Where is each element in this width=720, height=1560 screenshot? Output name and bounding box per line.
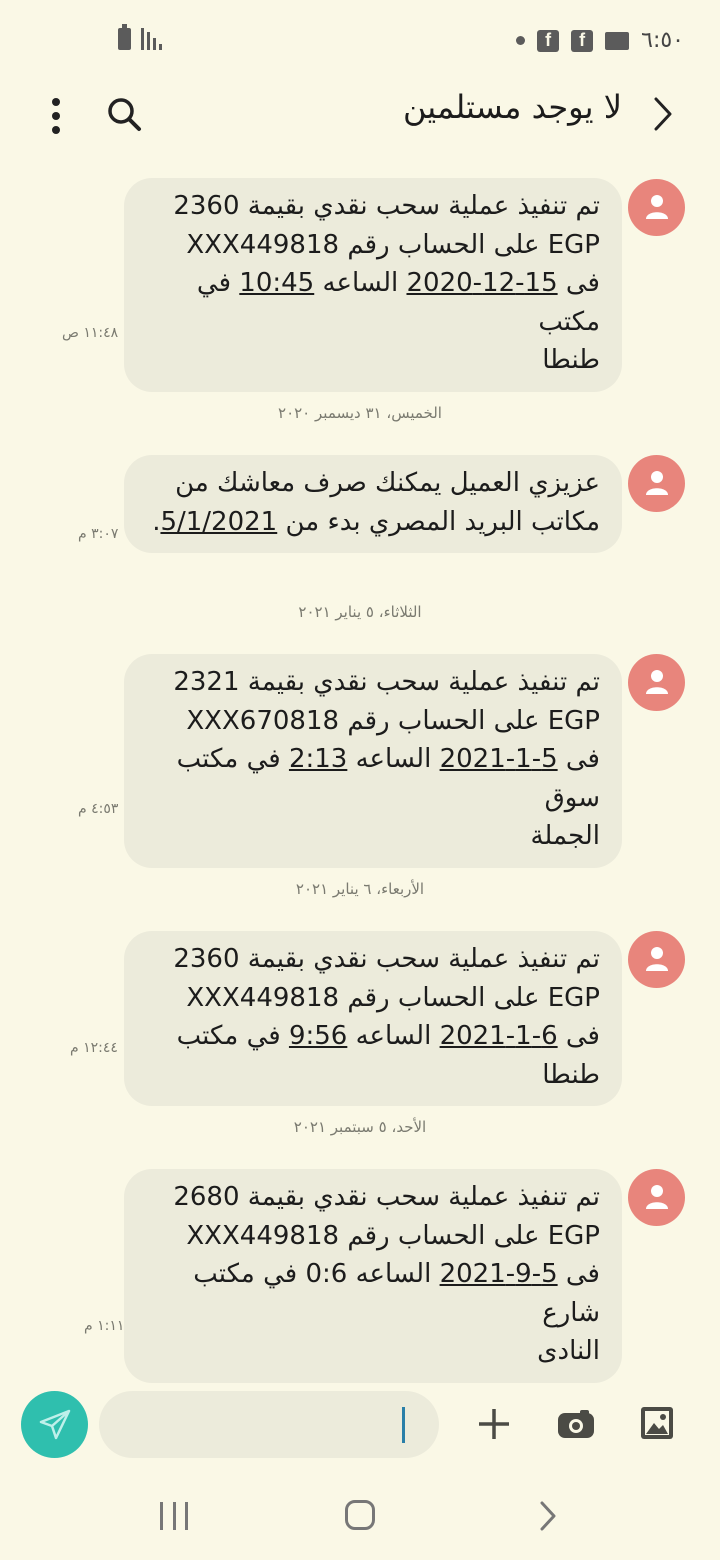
navigation-bar: [0, 1480, 720, 1560]
message-time: ٣:٠٧ م: [78, 526, 119, 542]
send-icon: [39, 1409, 71, 1440]
avatar[interactable]: [628, 654, 685, 711]
date-link[interactable]: 6-1-2021: [440, 1021, 558, 1051]
camera-icon[interactable]: [556, 1408, 596, 1440]
more-options-icon[interactable]: [46, 98, 66, 134]
facebook-icon: f: [571, 29, 594, 52]
avatar[interactable]: [628, 1169, 685, 1226]
message-bubble[interactable]: تم تنفيذ عملية سحب نقدي بقيمة 2360 EGP ع…: [124, 178, 622, 392]
message-time: ١:١١ م: [84, 1318, 125, 1334]
date-separator: الأربعاء، ٦ يناير ٢٠٢١: [295, 880, 425, 898]
date-link[interactable]: 5-1-2021: [440, 744, 558, 774]
recent-apps-icon[interactable]: [160, 1502, 188, 1530]
search-icon[interactable]: [104, 94, 144, 134]
date-link[interactable]: 5-9-2021: [440, 1259, 558, 1289]
nav-back-icon[interactable]: [536, 1500, 560, 1532]
date-link[interactable]: 15-12-2020: [406, 268, 557, 298]
date-separator: الأحد، ٥ سبتمبر ٢٠٢١: [293, 1118, 427, 1136]
message-time: ١١:٤٨ ص: [62, 325, 119, 341]
notification-dot-icon: [516, 36, 526, 45]
message-text: الساعه: [347, 1021, 440, 1051]
add-icon[interactable]: [476, 1406, 512, 1442]
conversation-title: لا يوجد مستلمين: [402, 88, 622, 126]
date-separator: الخميس، ٣١ ديسمبر ٢٠٢٠: [278, 404, 442, 422]
folder-icon: [605, 31, 630, 50]
status-bar: f f ٦:٥٠: [0, 0, 720, 80]
facebook-icon: f: [537, 29, 560, 52]
text-caret: [402, 1407, 405, 1443]
message-bubble[interactable]: تم تنفيذ عملية سحب نقدي بقيمة 2680 EGP ع…: [124, 1169, 622, 1383]
message-bubble[interactable]: عزيزي العميل يمكنك صرف معاشك من مكاتب ال…: [124, 455, 622, 553]
message-text: الساعه: [347, 744, 440, 774]
signal-icon: [141, 28, 162, 50]
date-separator: الثلاثاء، ٥ يناير ٢٠٢١: [298, 603, 422, 621]
message-bubble[interactable]: تم تنفيذ عملية سحب نقدي بقيمة 2360 EGP ع…: [124, 931, 622, 1106]
avatar[interactable]: [628, 455, 685, 512]
battery-icon: [118, 24, 131, 50]
message-time: ٤:٥٣ م: [78, 801, 119, 817]
app-bar: لا يوجد مستلمين: [0, 80, 720, 150]
status-time: ٦:٥٠: [641, 28, 684, 53]
time-link[interactable]: 2:13: [289, 744, 347, 774]
avatar[interactable]: [628, 179, 685, 236]
message-text: الساعه: [314, 268, 407, 298]
send-button[interactable]: [21, 1391, 88, 1458]
home-icon[interactable]: [345, 1500, 375, 1530]
status-left: [118, 24, 162, 50]
time-link[interactable]: 10:45: [239, 268, 314, 298]
time-link[interactable]: 9:56: [289, 1021, 347, 1051]
status-right: f f ٦:٥٠: [516, 28, 684, 53]
gallery-icon[interactable]: [640, 1406, 674, 1440]
message-input[interactable]: [99, 1391, 439, 1458]
avatar[interactable]: [628, 931, 685, 988]
message-time: ١٢:٤٤ م: [70, 1040, 118, 1056]
date-link[interactable]: 5/1/2021: [160, 507, 277, 537]
back-icon[interactable]: [648, 94, 678, 134]
message-bubble[interactable]: تم تنفيذ عملية سحب نقدي بقيمة 2321 EGP ع…: [124, 654, 622, 868]
